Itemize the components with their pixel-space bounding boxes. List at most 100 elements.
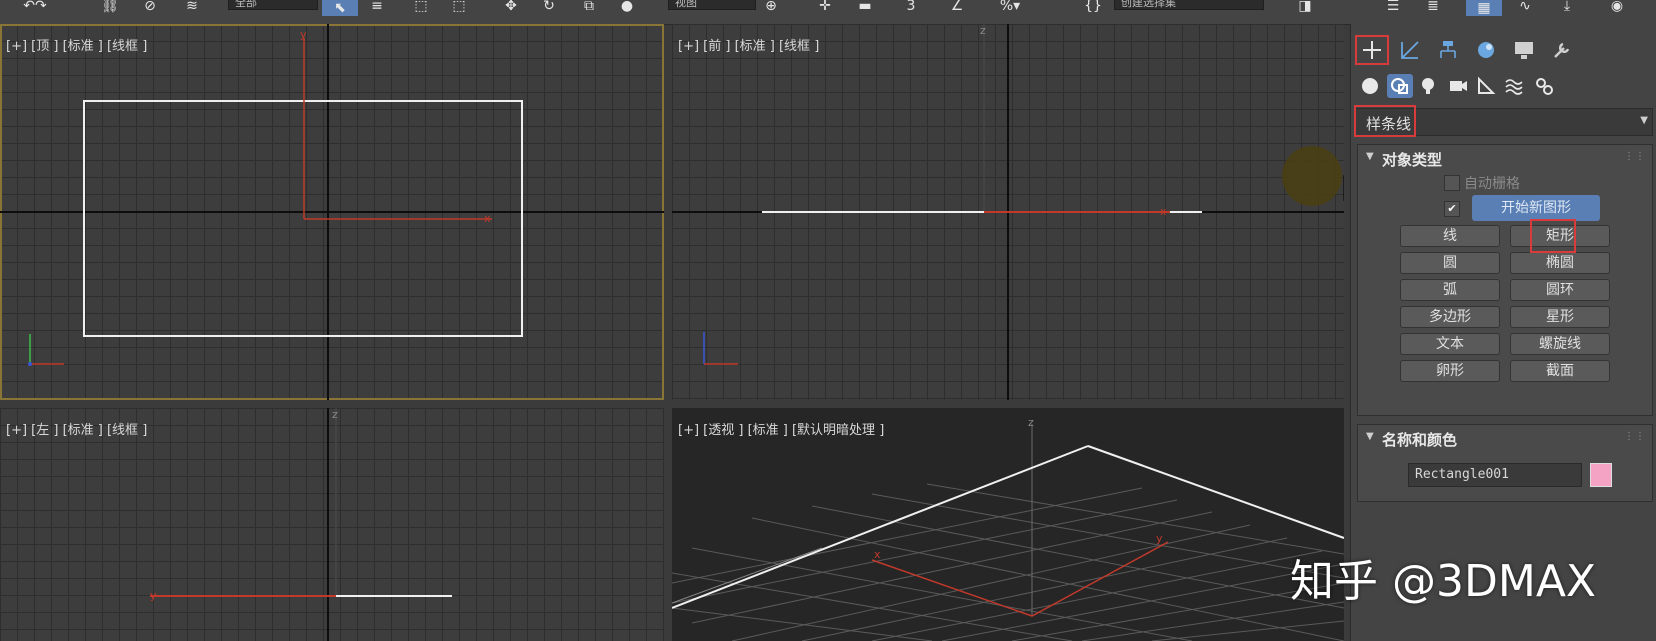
- lights-category-icon[interactable]: [1415, 74, 1441, 98]
- start-new-shape-checkbox[interactable]: ✔: [1444, 201, 1460, 217]
- mirror-icon[interactable]: ◨: [1290, 0, 1320, 14]
- modify-tab-icon[interactable]: [1395, 36, 1425, 64]
- rectangle-shape-edge-right[interactable]: [1087, 445, 1344, 539]
- utilities-icon: [1554, 42, 1570, 58]
- utilities-tab-icon[interactable]: [1547, 36, 1577, 64]
- rect-selection-icon[interactable]: ⬚: [408, 0, 434, 14]
- viewport-top-drawing: y x: [0, 24, 664, 400]
- shapes-icon: [1391, 78, 1408, 94]
- create-tab-icon[interactable]: [1357, 36, 1387, 64]
- link-icon[interactable]: ⛓: [100, 0, 120, 14]
- collapse-arrow-icon[interactable]: ▼: [1366, 151, 1374, 162]
- hierarchy-tab-icon[interactable]: [1433, 36, 1463, 64]
- helpers-category-icon[interactable]: [1473, 74, 1499, 98]
- pivot-center-icon[interactable]: ⊕: [760, 0, 782, 14]
- section-button[interactable]: 截面: [1510, 360, 1610, 382]
- spacewarps-category-icon[interactable]: [1501, 74, 1527, 98]
- hierarchy-icon: [1440, 41, 1456, 58]
- shape-category-dropdown[interactable]: 样条线 ▼: [1354, 105, 1653, 137]
- create-icon: [1363, 41, 1381, 59]
- line-button[interactable]: 线: [1400, 225, 1500, 247]
- scale-icon[interactable]: ⧉: [578, 0, 600, 14]
- donut-button[interactable]: 圆环: [1510, 279, 1610, 301]
- arc-button[interactable]: 弧: [1400, 279, 1500, 301]
- egg-button[interactable]: 卵形: [1400, 360, 1500, 382]
- layers-icon[interactable]: ≣: [1420, 0, 1446, 14]
- name-and-color-title[interactable]: 名称和颜色: [1382, 429, 1457, 450]
- autogrid-label: 自动栅格: [1464, 176, 1520, 192]
- systems-category-icon[interactable]: [1531, 74, 1557, 98]
- shape-category-value: 样条线: [1366, 115, 1412, 133]
- motion-tab-icon[interactable]: [1471, 36, 1501, 64]
- gizmo-y-letter: y: [150, 589, 157, 602]
- percent-snap-icon[interactable]: %▾: [990, 0, 1030, 14]
- helix-button[interactable]: 螺旋线: [1510, 333, 1610, 355]
- move-icon[interactable]: ✥: [500, 0, 522, 14]
- viewport-top[interactable]: [+] [顶 ] [标准 ] [线框 ] y x: [0, 24, 664, 400]
- unlink-icon[interactable]: ⊘: [140, 0, 160, 14]
- viewport-left-drawing: z y: [150, 408, 452, 641]
- rollout-grip-icon[interactable]: ⋮⋮: [1624, 431, 1646, 442]
- curve-editor-icon[interactable]: ∿: [1510, 0, 1540, 14]
- create-categories: [1351, 72, 1656, 100]
- viewport-perspective[interactable]: [+] [透视 ] [标准 ] [默认明暗处理 ] z x y: [672, 408, 1344, 641]
- lights-icon: [1422, 78, 1434, 94]
- spacewarps-icon: [1505, 79, 1523, 95]
- geometry-category-icon[interactable]: [1357, 74, 1383, 98]
- gizmo-z-letter: z: [1028, 416, 1034, 429]
- gizmo-z-letter: z: [332, 408, 338, 421]
- gizmo-z-letter: z: [980, 24, 986, 37]
- name-and-color-rollout: ▼ 名称和颜色 ⋮⋮ Rectangle001: [1357, 424, 1653, 502]
- toggle-ribbon-icon[interactable]: ▦: [1466, 0, 1502, 16]
- autogrid-checkbox[interactable]: [1444, 175, 1460, 191]
- cursor-halo: [1282, 146, 1342, 206]
- collapse-arrow-icon[interactable]: ▼: [1366, 431, 1374, 442]
- 3dsmax-window: ↶↷ ⛓ ⊘ ≋ 全部 ⬉ ≡ ⬚ ⬚ ✥ ↻ ⧉ ● 视图 ⊕ ✛ ▬ 3 ∠…: [0, 0, 1656, 641]
- gizmo-y-letter: y: [1156, 532, 1163, 545]
- text-button[interactable]: 文本: [1400, 333, 1500, 355]
- select-by-name-icon[interactable]: ≡: [366, 0, 388, 14]
- select-manipulate-icon[interactable]: ✛: [814, 0, 836, 14]
- object-type-title[interactable]: 对象类型: [1382, 149, 1442, 170]
- display-tab-icon[interactable]: [1509, 36, 1539, 64]
- rotate-icon[interactable]: ↻: [538, 0, 560, 14]
- named-selection-dropdown[interactable]: 创建选择集: [1114, 0, 1264, 10]
- object-type-rollout: ▼ 对象类型 ⋮⋮ 自动栅格 ✔ 开始新图形 线 矩形 圆 椭圆 弧 圆环 多边…: [1357, 144, 1653, 416]
- layer-manager-icon[interactable]: ☰: [1380, 0, 1406, 14]
- placement-icon[interactable]: ●: [614, 0, 640, 14]
- watermark: 知乎 @3DMAX: [1290, 556, 1597, 607]
- selection-filter-dropdown[interactable]: 全部: [228, 0, 318, 10]
- bind-spacewarp-icon[interactable]: ≋: [180, 0, 204, 14]
- cameras-icon: [1450, 81, 1467, 91]
- geometry-icon: [1362, 78, 1378, 94]
- helpers-icon: [1478, 76, 1496, 94]
- angle-snap-icon[interactable]: ∠: [944, 0, 970, 14]
- gizmo-x-letter: x: [484, 212, 491, 225]
- display-icon: [1515, 42, 1533, 59]
- reference-coordinate-dropdown[interactable]: 视图: [668, 0, 756, 10]
- rectangle-shape-edge-back[interactable]: [672, 445, 1089, 609]
- edit-named-selection-icon[interactable]: {}: [1080, 0, 1106, 14]
- select-object-icon[interactable]: ⬉: [322, 0, 358, 16]
- rollout-grip-icon[interactable]: ⋮⋮: [1624, 151, 1646, 162]
- ellipse-button[interactable]: 椭圆: [1510, 252, 1610, 274]
- object-color-swatch[interactable]: [1590, 463, 1612, 487]
- keyboard-shortcut-icon[interactable]: ▬: [852, 0, 878, 14]
- gizmo-y-letter: y: [300, 28, 307, 41]
- viewport-front[interactable]: [+] [前 ] [标准 ] [线框 ] z x: [672, 24, 1344, 400]
- cameras-category-icon[interactable]: [1445, 74, 1471, 98]
- shapes-category-icon[interactable]: [1387, 74, 1413, 98]
- rectangle-button[interactable]: 矩形: [1510, 225, 1610, 247]
- start-new-shape-button[interactable]: 开始新图形: [1472, 195, 1600, 221]
- schematic-view-icon[interactable]: ⤓: [1552, 0, 1582, 14]
- circle-button[interactable]: 圆: [1400, 252, 1500, 274]
- perspective-grid: [672, 483, 1344, 641]
- window-crossing-icon[interactable]: ⬚: [446, 0, 472, 14]
- object-name-field[interactable]: Rectangle001: [1408, 463, 1582, 487]
- ngon-button[interactable]: 多边形: [1400, 306, 1500, 328]
- viewport-left[interactable]: [+] [左 ] [标准 ] [线框 ] z y: [0, 408, 664, 641]
- snaps-toggle-icon[interactable]: 3: [900, 0, 922, 14]
- undo-redo-icon[interactable]: ↶↷: [18, 0, 52, 14]
- material-editor-icon[interactable]: ◉: [1602, 0, 1632, 14]
- star-button[interactable]: 星形: [1510, 306, 1610, 328]
